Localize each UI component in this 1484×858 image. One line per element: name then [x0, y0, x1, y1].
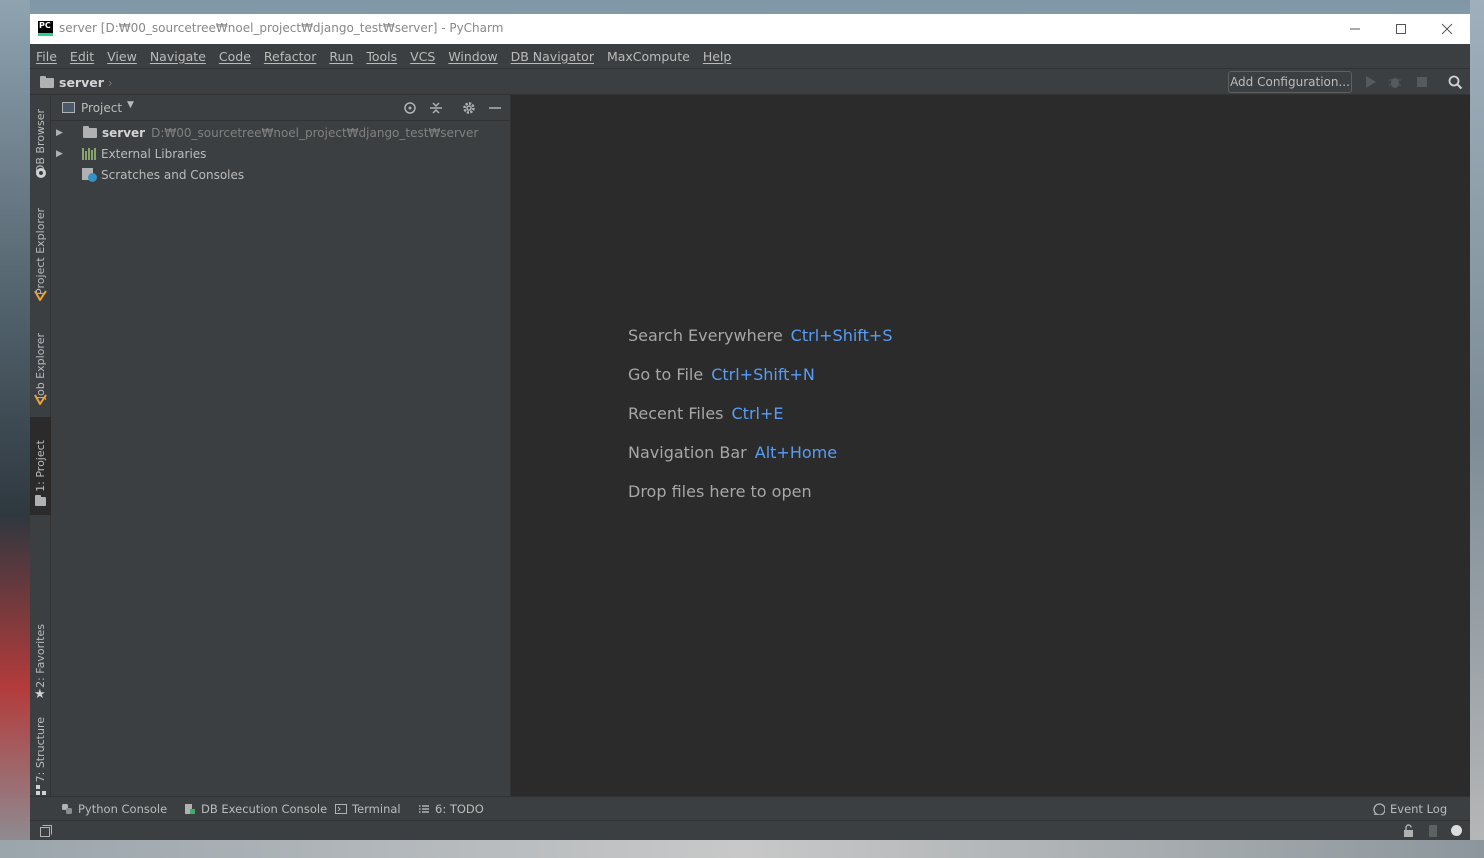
- hint-search-everywhere: Search Everywhere Ctrl+Shift+S: [628, 326, 893, 345]
- maxcompute-icon: [34, 290, 47, 301]
- db-console-icon: [185, 804, 195, 814]
- project-panel-header: Project ▼: [51, 95, 510, 121]
- debug-icon[interactable]: [1387, 74, 1403, 90]
- menu-navigate[interactable]: Navigate: [150, 49, 206, 64]
- tab-python-console[interactable]: Python Console: [61, 802, 167, 816]
- stop-icon[interactable]: [1414, 74, 1430, 90]
- structure-icon: [36, 785, 46, 795]
- menu-code[interactable]: Code: [219, 49, 251, 64]
- desktop-background-right: [1470, 0, 1484, 858]
- hint-recent-files: Recent Files Ctrl+E: [628, 404, 784, 423]
- tree-item-label: Scratches and Consoles: [101, 168, 245, 182]
- tab-structure[interactable]: 7: Structure: [30, 715, 51, 785]
- star-icon: ★: [34, 687, 46, 702]
- lock-icon[interactable]: [1402, 824, 1414, 837]
- minimize-button[interactable]: [1332, 14, 1378, 44]
- maximize-icon: [1396, 24, 1406, 34]
- left-tool-strip: DB Browser Project Explorer Job Explorer…: [30, 95, 51, 796]
- menu-view[interactable]: View: [107, 49, 137, 64]
- tree-item-server[interactable]: ▶ server D:₩00_sourcetree₩noel_project₩d…: [51, 123, 510, 143]
- menu-vcs[interactable]: VCS: [410, 49, 435, 64]
- tree-item-label: server: [102, 126, 146, 140]
- shortcut-search-everywhere: Ctrl+Shift+S: [790, 326, 893, 345]
- expand-arrow-icon[interactable]: ▶: [56, 128, 63, 138]
- pycharm-app-icon: PC: [38, 21, 53, 36]
- tab-terminal[interactable]: Terminal: [335, 802, 401, 816]
- navigation-bar: server › Add Configuration...: [30, 68, 1470, 95]
- shortcut-recent-files: Ctrl+E: [731, 404, 784, 423]
- close-button[interactable]: [1424, 14, 1470, 44]
- tab-todo[interactable]: 6: TODO: [418, 802, 484, 816]
- terminal-icon: [335, 804, 347, 814]
- tab-event-log[interactable]: Event Log: [1373, 802, 1447, 816]
- tab-project-explorer[interactable]: Project Explorer: [30, 201, 51, 301]
- menu-file[interactable]: File: [36, 49, 57, 64]
- menu-db-navigator[interactable]: DB Navigator: [511, 49, 594, 64]
- minimize-icon: [1350, 28, 1360, 30]
- toggle-tool-windows-icon[interactable]: [40, 825, 52, 837]
- notifications-icon[interactable]: [1450, 824, 1463, 837]
- breadcrumb[interactable]: server ›: [40, 75, 113, 90]
- menu-maxcompute[interactable]: MaxCompute: [607, 49, 690, 64]
- hide-panel-icon[interactable]: [487, 100, 503, 116]
- tab-db-execution-console[interactable]: DB Execution Console: [184, 802, 327, 816]
- menu-refactor[interactable]: Refactor: [264, 49, 316, 64]
- menu-window[interactable]: Window: [448, 49, 497, 64]
- title-bar[interactable]: PC server [D:₩00_sourcetree₩noel_project…: [30, 14, 1470, 44]
- maximize-button[interactable]: [1378, 14, 1424, 44]
- tree-item-path: D:₩00_sourcetree₩noel_project₩django_tes…: [151, 126, 479, 140]
- chevron-down-icon[interactable]: ▼: [127, 100, 134, 110]
- libraries-icon: [82, 148, 96, 160]
- expand-arrow-icon[interactable]: ▶: [56, 149, 63, 159]
- menu-bar: File Edit View Navigate Code Refactor Ru…: [30, 44, 1470, 68]
- hint-navigation-bar: Navigation Bar Alt+Home: [628, 443, 838, 462]
- todo-icon: [419, 805, 429, 813]
- shortcut-navigation-bar: Alt+Home: [754, 443, 838, 462]
- db-browser-icon: [36, 168, 46, 178]
- window-title: server [D:₩00_sourcetree₩noel_project₩dj…: [59, 21, 504, 35]
- chevron-right-icon: ›: [107, 75, 113, 90]
- memory-indicator-icon[interactable]: [1427, 824, 1439, 837]
- add-configuration-button[interactable]: Add Configuration...: [1228, 71, 1352, 93]
- gear-icon[interactable]: [461, 100, 477, 116]
- bottom-tool-strip: Python Console DB Execution Console Term…: [30, 796, 1470, 820]
- folder-icon: [83, 126, 97, 138]
- pycharm-window: PC server [D:₩00_sourcetree₩noel_project…: [30, 14, 1470, 840]
- tree-item-external-libraries[interactable]: ▶ External Libraries: [51, 144, 510, 164]
- menu-help[interactable]: Help: [703, 49, 732, 64]
- desktop-background-left: [0, 0, 30, 858]
- desktop-background-bottom: [0, 840, 1484, 858]
- python-icon: [62, 804, 72, 814]
- collapse-all-icon[interactable]: [428, 100, 444, 116]
- close-icon: [1441, 23, 1453, 35]
- search-icon[interactable]: [1447, 74, 1463, 90]
- editor-area[interactable]: Search Everywhere Ctrl+Shift+S Go to File…: [511, 95, 1470, 796]
- locate-icon[interactable]: [402, 100, 418, 116]
- maxcompute-icon: [34, 394, 47, 405]
- folder-icon: [40, 75, 54, 88]
- run-icon[interactable]: [1362, 74, 1378, 90]
- menu-tools[interactable]: Tools: [366, 49, 397, 64]
- tree-item-scratches[interactable]: Scratches and Consoles: [51, 165, 510, 185]
- project-view-selector[interactable]: Project: [81, 101, 122, 115]
- project-view-icon: [62, 102, 75, 113]
- menu-run[interactable]: Run: [329, 49, 353, 64]
- shortcut-go-to-file: Ctrl+Shift+N: [711, 365, 815, 384]
- tree-item-label: External Libraries: [101, 147, 207, 161]
- event-log-icon: [1373, 803, 1385, 815]
- hint-go-to-file: Go to File Ctrl+Shift+N: [628, 365, 815, 384]
- hint-drop-files: Drop files here to open: [628, 482, 812, 501]
- project-tool-window: Project ▼ ▶ server D:₩00_sourcetree₩noel…: [51, 95, 511, 796]
- folder-icon: [35, 495, 46, 506]
- status-bar: [30, 820, 1470, 840]
- breadcrumb-server[interactable]: server: [59, 75, 104, 90]
- scratches-icon: [82, 168, 97, 182]
- menu-edit[interactable]: Edit: [70, 49, 94, 64]
